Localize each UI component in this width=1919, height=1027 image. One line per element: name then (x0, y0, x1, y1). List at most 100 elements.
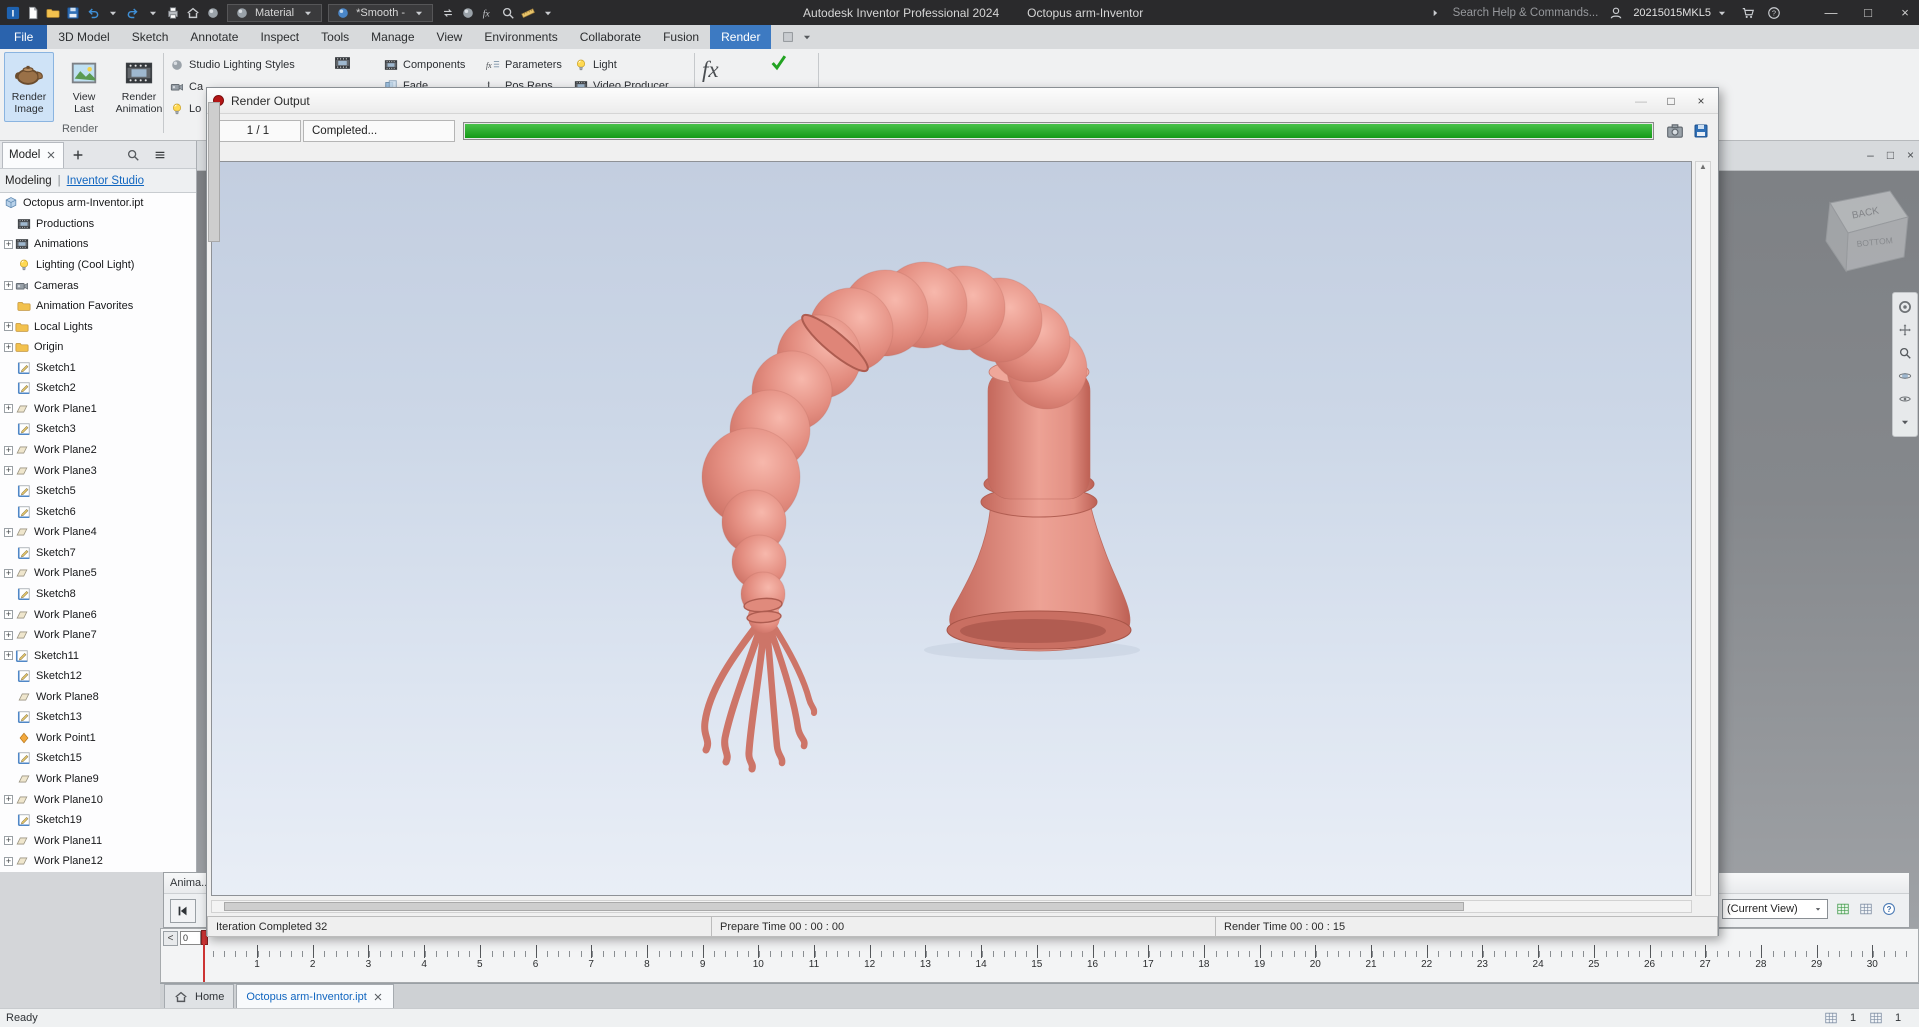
appearance-dropdown[interactable]: *Smooth - (328, 3, 434, 22)
doc-minimize-button[interactable]: – (1862, 146, 1879, 164)
zoom-icon[interactable] (1897, 345, 1914, 361)
expander-icon[interactable]: + (4, 836, 13, 846)
vertical-scroll-thumb[interactable] (208, 102, 220, 242)
tab-tools[interactable]: Tools (310, 25, 360, 49)
tree-item-work-plane10[interactable]: + Work Plane10 (0, 789, 196, 810)
tree-item-octopus-arm-inventor-ipt[interactable]: Octopus arm-Inventor.ipt (0, 193, 196, 214)
tab-render[interactable]: Render (710, 25, 772, 49)
navbar-more-icon[interactable] (1897, 414, 1914, 430)
tree-item-sketch8[interactable]: Sketch8 (0, 584, 196, 605)
expander-icon[interactable]: + (4, 795, 13, 805)
expander-icon[interactable]: + (4, 322, 13, 332)
tree-item-sketch1[interactable]: Sketch1 (0, 358, 196, 379)
expander-icon[interactable]: + (4, 239, 13, 249)
parameters-fx-button[interactable]: fx (702, 57, 719, 83)
expander-icon[interactable]: + (4, 568, 13, 578)
tab-manage[interactable]: Manage (360, 25, 425, 49)
expand-timeline-icon[interactable] (1857, 901, 1874, 917)
tree-item-work-plane2[interactable]: + Work Plane2 (0, 440, 196, 461)
save-image-button[interactable] (1690, 120, 1712, 142)
user-icon[interactable] (1607, 5, 1624, 21)
tab-file[interactable]: File (0, 25, 48, 49)
finish-check-icon[interactable] (770, 54, 787, 71)
look-at-icon[interactable] (1897, 391, 1914, 407)
expander-icon[interactable]: + (4, 610, 13, 620)
dialog-minimize-button[interactable]: — (1626, 88, 1656, 113)
close-icon[interactable] (372, 990, 384, 1004)
tab-annotate[interactable]: Annotate (179, 25, 249, 49)
vertical-scrollbar[interactable]: ▲ (1695, 161, 1711, 896)
tree-item-work-plane7[interactable]: + Work Plane7 (0, 625, 196, 646)
tree-item-sketch11[interactable]: + Sketch11 (0, 645, 196, 666)
tree-item-animations[interactable]: + Animations (0, 234, 196, 255)
expander-icon[interactable]: + (4, 445, 13, 455)
tree-item-sketch12[interactable]: Sketch12 (0, 666, 196, 687)
expander-icon[interactable]: + (4, 281, 13, 291)
scroll-left-button[interactable]: < (163, 931, 178, 946)
time-value-box[interactable]: 0 (180, 931, 201, 945)
expander-icon[interactable]: + (4, 651, 13, 661)
tree-item-sketch19[interactable]: Sketch19 (0, 810, 196, 831)
tab-view[interactable]: View (426, 25, 474, 49)
studio-lighting-styles-button[interactable]: Studio Lighting Styles (170, 54, 295, 76)
close-button[interactable]: × (1891, 0, 1919, 25)
account-menu[interactable]: 20215015MKL5 (1633, 5, 1730, 21)
open-folder-icon[interactable] (44, 5, 61, 21)
tab-inspect[interactable]: Inspect (249, 25, 310, 49)
tree-item-local-lights[interactable]: + Local Lights (0, 316, 196, 337)
undo-icon[interactable] (84, 5, 101, 21)
render-image-button[interactable]: Render Image (4, 52, 54, 122)
doc-tab-octopus-arm-inventor-ipt[interactable]: Octopus arm-Inventor.ipt (236, 984, 394, 1008)
tree-item-animation-favorites[interactable]: Animation Favorites (0, 296, 196, 317)
help-icon[interactable]: ? (1765, 5, 1782, 21)
tree-item-work-point1[interactable]: Work Point1 (0, 728, 196, 749)
tree-item-work-plane4[interactable]: + Work Plane4 (0, 522, 196, 543)
orbit-icon[interactable] (1897, 368, 1914, 384)
store-icon[interactable] (1739, 5, 1756, 21)
pan-icon[interactable] (1897, 322, 1914, 338)
dialog-maximize-button[interactable]: □ (1656, 88, 1686, 113)
home-icon[interactable] (184, 5, 201, 21)
tree-item-work-plane9[interactable]: Work Plane9 (0, 769, 196, 790)
measure-icon[interactable] (519, 5, 536, 21)
tab-fusion[interactable]: Fusion (652, 25, 710, 49)
doc-close-button[interactable]: × (1902, 146, 1919, 164)
add-panel-icon[interactable] (70, 147, 86, 163)
snapshot-button[interactable] (1664, 120, 1686, 142)
tree-item-lighting-cool-light[interactable]: Lighting (Cool Light) (0, 255, 196, 276)
dialog-close-button[interactable]: × (1686, 88, 1716, 113)
animation-options-icon[interactable] (1834, 901, 1851, 917)
expander-icon[interactable]: + (4, 466, 13, 476)
caret-down-icon[interactable] (144, 5, 161, 21)
tree-item-work-plane12[interactable]: + Work Plane12 (0, 851, 196, 872)
navigation-wheel-icon[interactable] (1897, 299, 1914, 315)
tab-sketch[interactable]: Sketch (121, 25, 180, 49)
light-button[interactable]: Light (574, 54, 669, 75)
tree-item-work-plane5[interactable]: + Work Plane5 (0, 563, 196, 584)
expander-icon[interactable]: + (4, 342, 13, 352)
tab-environments[interactable]: Environments (473, 25, 568, 49)
tree-item-sketch5[interactable]: Sketch5 (0, 481, 196, 502)
current-view-dropdown[interactable]: (Current View) (1722, 899, 1828, 919)
tab-collaborate[interactable]: Collaborate (569, 25, 652, 49)
doc-restore-button[interactable]: □ (1882, 146, 1899, 164)
print-icon[interactable] (164, 5, 181, 21)
expander-icon[interactable]: + (4, 856, 13, 866)
menu-icon[interactable] (151, 147, 168, 163)
sphere-icon[interactable] (459, 5, 476, 21)
close-icon[interactable] (45, 147, 57, 163)
mode-inventor-studio[interactable]: Inventor Studio (67, 175, 144, 187)
view-last-button[interactable]: View Last (59, 52, 109, 122)
tree-item-work-plane11[interactable]: + Work Plane11 (0, 830, 196, 851)
tree-item-sketch15[interactable]: Sketch15 (0, 748, 196, 769)
caret-down-icon[interactable] (104, 5, 121, 21)
tree-item-work-plane1[interactable]: + Work Plane1 (0, 399, 196, 420)
sphere-icon[interactable] (204, 5, 221, 21)
material-dropdown[interactable]: Material (227, 3, 323, 22)
timeline-help-icon[interactable]: ? (1880, 901, 1897, 917)
tree-item-productions[interactable]: Productions (0, 214, 196, 235)
browser-tab-model[interactable]: Model (2, 141, 65, 168)
components-button[interactable]: Components (384, 54, 465, 75)
tab-3d-model[interactable]: 3D Model (47, 25, 120, 49)
horizontal-scrollbar[interactable] (211, 900, 1692, 913)
